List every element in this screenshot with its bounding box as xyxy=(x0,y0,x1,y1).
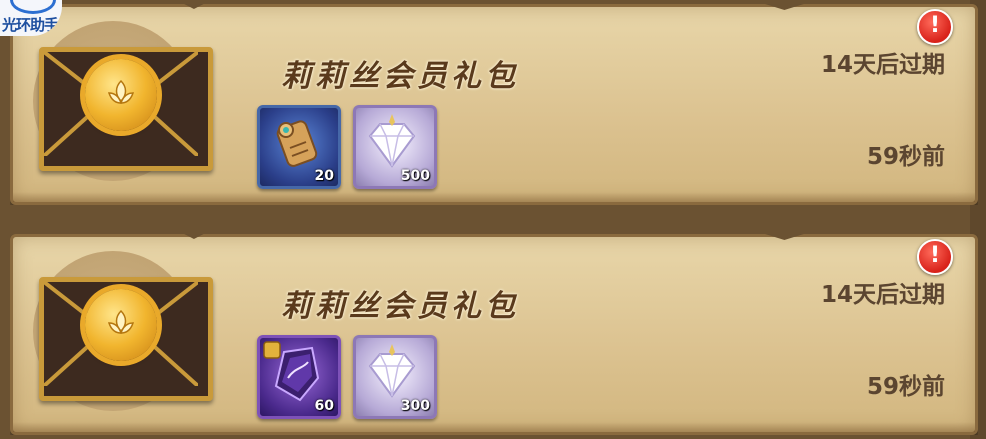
alert-icon: ! xyxy=(917,9,953,45)
item-quantity: 20 xyxy=(314,168,334,184)
reward-item[interactable]: 300 xyxy=(353,335,437,419)
watermark-arc-icon xyxy=(10,0,56,14)
mail-title: 莉莉丝会员礼包 xyxy=(281,59,519,94)
wax-seal-icon xyxy=(85,59,157,131)
alert-icon: ! xyxy=(917,239,953,275)
mail-item-2[interactable]: 莉莉丝会员礼包 ! 14天后过期 59秒前 60 300 xyxy=(10,234,978,435)
time-ago-text: 59秒前 xyxy=(866,374,945,400)
watermark-text: 光环助手 xyxy=(2,16,59,34)
watermark-logo: 光环助手 xyxy=(0,0,62,36)
mail-title: 莉莉丝会员礼包 xyxy=(281,289,519,324)
expire-text: 14天后过期 xyxy=(820,52,945,78)
reward-list: 20 500 xyxy=(257,105,437,189)
wax-seal-icon xyxy=(85,289,157,361)
item-quantity: 500 xyxy=(400,168,430,184)
time-ago-text: 59秒前 xyxy=(866,144,945,170)
item-quantity: 60 xyxy=(314,398,334,414)
item-quantity: 300 xyxy=(400,398,430,414)
mail-item-1[interactable]: 莉莉丝会员礼包 ! 14天后过期 59秒前 20 500 xyxy=(10,4,978,205)
reward-item[interactable]: 60 xyxy=(257,335,341,419)
reward-list: 60 300 xyxy=(257,335,437,419)
expire-text: 14天后过期 xyxy=(820,282,945,308)
reward-item[interactable]: 20 xyxy=(257,105,341,189)
reward-item[interactable]: 500 xyxy=(353,105,437,189)
